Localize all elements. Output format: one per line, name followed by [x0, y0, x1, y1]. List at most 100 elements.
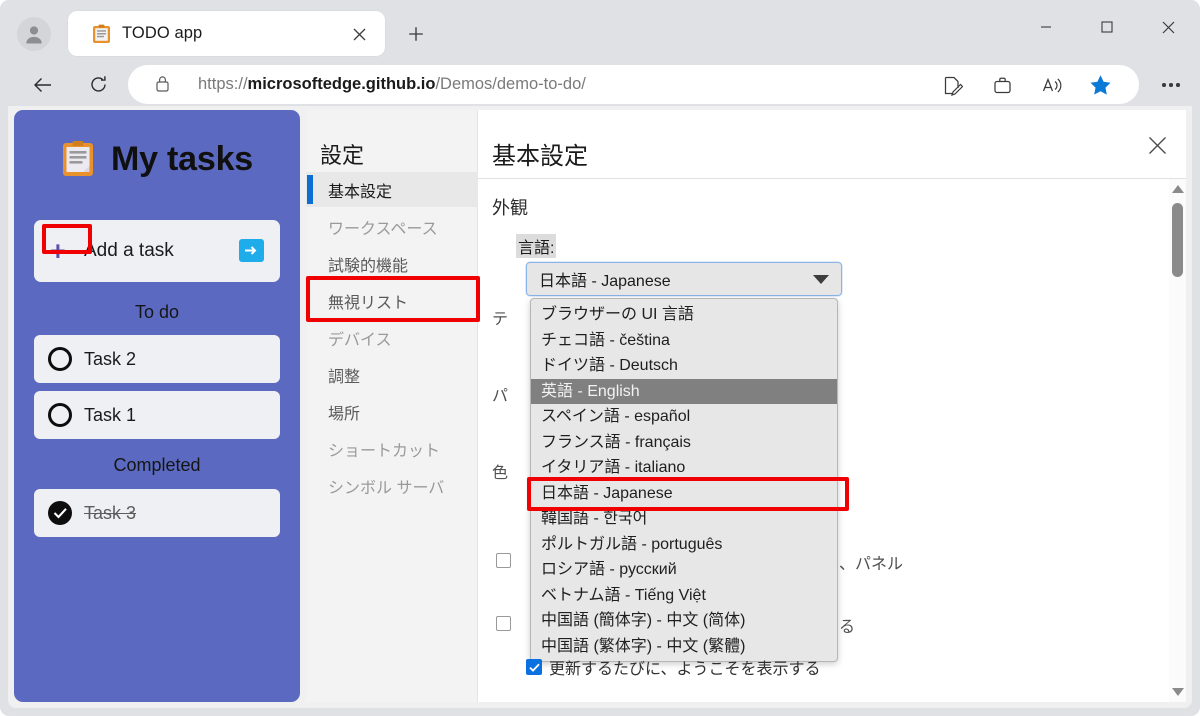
language-select[interactable]: 日本語 - Japanese	[526, 262, 842, 296]
ellipsis-icon	[1162, 83, 1180, 87]
chevron-down-icon	[813, 275, 829, 284]
dialog-divider	[478, 178, 1186, 179]
sidebar-item-shortcuts[interactable]: ショートカット	[306, 431, 478, 466]
address-bar-row: https://microsoftedge.github.io/Demos/de…	[0, 62, 1200, 106]
lock-icon	[154, 75, 174, 95]
task-checkbox-empty-icon[interactable]	[48, 403, 72, 427]
page-content: My tasks + Add a task To do Task 2 Task …	[8, 106, 1192, 708]
settings-body: 基本設定 外観 言語: テ パ 色 、パネル る 日本語 - Japanese	[478, 110, 1186, 702]
show-whatsnew-label: 更新するたびに、ようこそを表示する	[549, 661, 821, 678]
listbox-option[interactable]: 韓国語 - 한국어	[531, 506, 837, 532]
task-item[interactable]: Task 1	[34, 391, 280, 439]
url-text: https://microsoftedge.github.io/Demos/de…	[198, 65, 586, 104]
close-icon	[1162, 21, 1174, 33]
task-item[interactable]: Task 3	[34, 489, 280, 537]
listbox-option[interactable]: フランス語 - français	[531, 430, 837, 456]
tab-title: TODO app	[122, 24, 203, 42]
tab-close-button[interactable]	[347, 22, 371, 46]
collections-icon[interactable]	[939, 72, 965, 98]
person-icon	[26, 26, 42, 44]
reload-icon	[91, 76, 106, 92]
sidebar-item-ignore-list[interactable]: 無視リスト	[306, 283, 478, 318]
listbox-option[interactable]: 中国語 (簡体字) - 中文 (简体)	[531, 608, 837, 634]
back-button[interactable]	[26, 68, 59, 101]
window-maximize-button[interactable]	[1084, 8, 1130, 46]
browser-more-button[interactable]	[1154, 68, 1188, 102]
section-label-todo: To do	[134, 302, 180, 322]
new-tab-button[interactable]	[400, 19, 431, 49]
language-select-value: 日本語 - Japanese	[539, 273, 671, 290]
dialog-close-button[interactable]	[1142, 130, 1172, 160]
plus-icon	[408, 27, 423, 41]
favorite-star-icon[interactable]	[1087, 72, 1113, 98]
listbox-option[interactable]: ブラウザーの UI 言語	[531, 302, 837, 328]
settings-scrollbar[interactable]	[1169, 179, 1186, 702]
close-icon	[1148, 136, 1166, 154]
language-field-label: 言語:	[516, 234, 557, 258]
obscured-checkbox[interactable]	[496, 553, 511, 568]
scroll-down-arrow-icon[interactable]	[1172, 688, 1184, 696]
plus-icon: +	[50, 236, 66, 266]
obscured-panel-tail: 、パネル	[839, 556, 904, 573]
read-aloud-icon[interactable]	[1039, 72, 1065, 98]
settings-nav-title: 設定	[320, 143, 365, 168]
close-icon	[353, 28, 365, 40]
back-arrow-icon	[33, 77, 51, 92]
listbox-option[interactable]: イタリア語 - italiano	[531, 455, 837, 481]
task-label: Task 2	[84, 348, 137, 369]
listbox-option[interactable]: ドイツ語 - Deutsch	[531, 353, 837, 379]
task-checkbox-empty-icon[interactable]	[48, 347, 72, 371]
tasks-header: My tasks	[14, 128, 300, 190]
profile-avatar[interactable]	[17, 17, 51, 51]
maximize-icon	[1101, 21, 1113, 33]
show-whatsnew-checkbox-row[interactable]: 更新するたびに、ようこそを表示する	[526, 655, 821, 679]
sidebar-item-preferences[interactable]: 基本設定	[306, 172, 478, 207]
sidebar-item-workspace[interactable]: ワークスペース	[306, 209, 478, 244]
add-task-input[interactable]: Add a task	[84, 220, 174, 282]
browser-tab[interactable]: TODO app	[68, 11, 385, 56]
listbox-option[interactable]: ポルトガル語 - português	[531, 532, 837, 558]
minimize-icon	[1041, 26, 1051, 28]
listbox-option-selected[interactable]: 英語 - English	[531, 378, 837, 404]
arrow-right-icon	[245, 246, 257, 255]
listbox-option[interactable]: 日本語 - Japanese	[531, 481, 837, 507]
scrollbar-thumb[interactable]	[1172, 203, 1183, 277]
scroll-up-arrow-icon[interactable]	[1172, 185, 1184, 193]
task-label: Task 3	[84, 502, 137, 523]
task-checkbox-checked-icon[interactable]	[48, 501, 72, 525]
sidebar-item-symbol-server[interactable]: シンボル サーバ	[306, 468, 478, 503]
tasks-title: My tasks	[110, 139, 254, 178]
task-label: Task 1	[84, 404, 137, 425]
listbox-option[interactable]: スペイン語 - español	[531, 404, 837, 430]
sidebar-item-devices[interactable]: デバイス	[306, 320, 478, 355]
reload-button[interactable]	[82, 68, 115, 101]
obscured-panel-label: パ	[492, 388, 509, 405]
window-close-button[interactable]	[1145, 8, 1191, 46]
obscured-row-tail: る	[839, 619, 856, 636]
url-host: microsoftedge.github.io	[247, 75, 436, 93]
task-item[interactable]: Task 2	[34, 335, 280, 383]
listbox-option[interactable]: ロシア語 - русский	[531, 557, 837, 583]
sidebar-item-experiments[interactable]: 試験的機能	[306, 246, 478, 281]
browser-window: TODO app https:// microsoftedge.github.i…	[0, 0, 1200, 716]
sidebar-item-locations[interactable]: 場所	[306, 394, 478, 429]
obscured-theme-label: テ	[492, 311, 509, 328]
add-task-row[interactable]: + Add a task	[34, 220, 280, 282]
language-listbox[interactable]: ブラウザーの UI 言語 チェコ語 - čeština ドイツ語 - Deuts…	[530, 298, 838, 662]
checkbox-checked-icon[interactable]	[526, 659, 542, 675]
listbox-option[interactable]: チェコ語 - čeština	[531, 328, 837, 354]
settings-dialog: 設定 基本設定 ワークスペース 試験的機能 無視リスト デバイス 調整 場所 シ…	[306, 110, 1186, 702]
page-title: 基本設定	[492, 143, 588, 170]
section-label-completed: Completed	[113, 455, 201, 475]
add-task-submit-button[interactable]	[239, 239, 264, 262]
omnibox[interactable]: https://microsoftedge.github.io/Demos/de…	[128, 65, 1139, 104]
window-minimize-button[interactable]	[1023, 8, 1069, 46]
listbox-option[interactable]: ベトナム語 - Tiếng Việt	[531, 583, 837, 609]
sidebar-item-throttling[interactable]: 調整	[306, 357, 478, 392]
obscured-checkbox[interactable]	[496, 616, 511, 631]
tab-strip: TODO app	[0, 0, 1200, 62]
tasks-panel: My tasks + Add a task To do Task 2 Task …	[14, 110, 300, 702]
group-label-appearance: 外観	[492, 198, 528, 218]
briefcase-icon[interactable]	[989, 72, 1015, 98]
clipboard-icon	[92, 24, 111, 44]
